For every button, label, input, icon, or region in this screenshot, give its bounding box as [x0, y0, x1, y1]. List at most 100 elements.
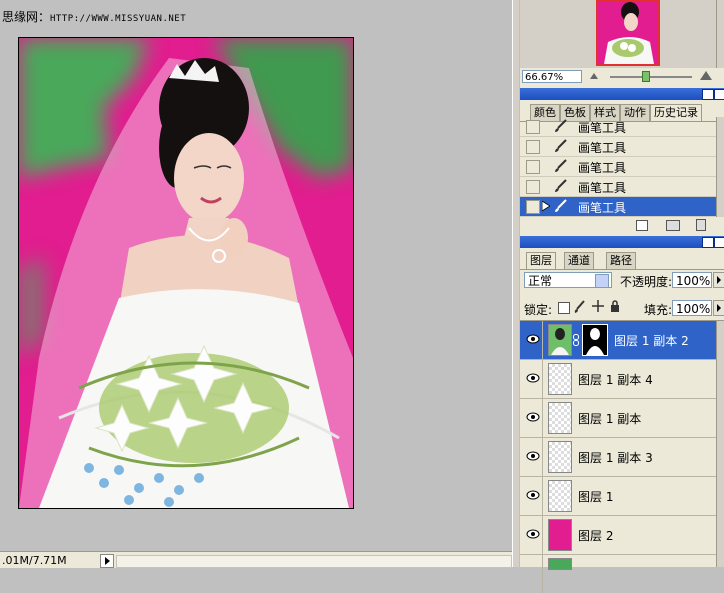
layer-row-divider — [542, 477, 543, 515]
layer-name: 图层 1 副本 4 — [578, 373, 653, 387]
layer-row[interactable] — [520, 555, 716, 593]
opacity-label: 不透明度: — [620, 275, 673, 289]
fill-slider-arrow[interactable] — [713, 300, 724, 316]
navigator-thumbnail — [604, 2, 654, 64]
lock-transparency-icon[interactable] — [558, 302, 570, 314]
layer-name: 图层 1 — [578, 490, 614, 504]
zoom-in-icon[interactable] — [700, 71, 712, 80]
minimize-icon[interactable] — [702, 89, 714, 100]
layer-thumbnail — [548, 402, 572, 434]
layers-panel-titlebar — [520, 236, 724, 248]
document-size: .01M/7.71M — [2, 554, 67, 567]
layer-thumbnail — [548, 441, 572, 473]
layer-thumbnail — [548, 324, 572, 356]
close-icon[interactable] — [714, 89, 724, 100]
layer-thumbnail — [548, 519, 572, 551]
eye-icon[interactable] — [526, 489, 540, 501]
new-document-from-state-icon[interactable] — [636, 220, 648, 231]
tab-paths[interactable]: 路径 — [606, 252, 636, 269]
history-item[interactable]: 画笔工具 — [520, 137, 716, 157]
history-item[interactable]: 画笔工具 — [520, 177, 716, 197]
eye-icon[interactable] — [526, 528, 540, 540]
layer-row-selected[interactable]: 图层 1 副本 2 — [520, 321, 716, 360]
trash-icon[interactable] — [696, 219, 706, 231]
layer-row[interactable]: 图层 1 — [520, 477, 716, 516]
layer-row-divider — [542, 516, 543, 554]
layer-thumbnail — [548, 480, 572, 512]
brush-icon — [555, 179, 567, 192]
layer-mask-thumbnail[interactable] — [582, 324, 608, 356]
history-state-marker-icon — [542, 201, 550, 211]
chain-link-icon[interactable] — [573, 334, 579, 346]
horizontal-scrollbar[interactable] — [116, 555, 512, 568]
navigator-scrollbar[interactable] — [716, 0, 724, 68]
blend-mode-value: 正常 — [528, 274, 553, 288]
layers-scrollbar[interactable] — [716, 321, 724, 567]
fill-input[interactable]: 100% — [672, 300, 712, 316]
eye-icon[interactable] — [526, 372, 540, 384]
history-snapshot-checkbox[interactable] — [526, 140, 540, 154]
layer-name: 图层 1 副本 3 — [578, 451, 653, 465]
zoom-slider-handle[interactable] — [642, 71, 650, 82]
history-list: 画笔工具 画笔工具 画笔工具 画笔工具 画笔工具 — [520, 117, 724, 217]
document-canvas[interactable] — [18, 37, 354, 509]
lock-label: 锁定: — [524, 303, 553, 317]
layer-thumbnail — [548, 363, 572, 395]
history-snapshot-checkbox[interactable] — [526, 200, 540, 214]
brush-icon — [555, 199, 567, 212]
chevron-down-icon[interactable] — [595, 274, 609, 288]
brush-icon — [555, 119, 567, 132]
layer-row[interactable]: 图层 1 副本 3 — [520, 438, 716, 477]
eye-icon[interactable] — [526, 333, 540, 345]
status-menu-arrow[interactable] — [100, 554, 114, 568]
tab-layers[interactable]: 图层 — [526, 252, 556, 269]
opacity-input[interactable]: 100% — [672, 272, 712, 288]
navigator-panel: 66.67% — [520, 0, 724, 86]
eye-icon[interactable] — [526, 411, 540, 423]
zoom-out-icon[interactable] — [590, 73, 598, 79]
history-item-selected[interactable]: 画笔工具 — [520, 197, 716, 217]
status-bar: .01M/7.71M — [0, 551, 512, 568]
eye-icon[interactable] — [526, 450, 540, 462]
layer-row-divider — [542, 399, 543, 437]
history-snapshot-checkbox[interactable] — [526, 180, 540, 194]
tab-channels[interactable]: 通道 — [564, 252, 594, 269]
history-panel-titlebar — [520, 88, 724, 100]
layer-row[interactable]: 图层 1 副本 — [520, 399, 716, 438]
lock-all-icon[interactable] — [610, 300, 620, 312]
brush-icon — [555, 159, 567, 172]
history-item[interactable]: 画笔工具 — [520, 117, 716, 137]
layer-name: 图层 1 副本 — [578, 412, 642, 426]
layer-row-divider — [542, 321, 543, 359]
opacity-slider-arrow[interactable] — [713, 272, 724, 288]
layers-panel: 图层 通道 路径 正常 不透明度: 100% 锁定: 填充: 100% 图层 1… — [520, 236, 724, 593]
minimize-icon[interactable] — [702, 237, 714, 248]
blend-mode-select[interactable]: 正常 — [524, 272, 612, 288]
history-item-label: 画笔工具 — [578, 161, 627, 175]
history-scrollbar[interactable] — [716, 117, 724, 217]
snapshot-camera-icon[interactable] — [666, 220, 680, 231]
navigator-preview-area — [520, 0, 724, 68]
close-icon[interactable] — [714, 237, 724, 248]
history-item-label: 画笔工具 — [578, 181, 627, 195]
history-snapshot-checkbox[interactable] — [526, 160, 540, 174]
canvas-vertical-scrollbar[interactable] — [513, 0, 519, 567]
layer-row[interactable]: 图层 2 — [520, 516, 716, 555]
history-item-label: 画笔工具 — [578, 121, 627, 135]
navigator-view-box[interactable] — [596, 0, 660, 66]
history-item[interactable]: 画笔工具 — [520, 157, 716, 177]
fill-label: 填充: — [644, 303, 673, 317]
brush-icon — [555, 139, 567, 152]
watermark-site-name: 思缘网： — [2, 10, 51, 24]
lock-move-icon[interactable] — [592, 300, 604, 312]
layer-row[interactable]: 图层 1 副本 4 — [520, 360, 716, 399]
zoom-slider-track[interactable] — [610, 76, 692, 78]
watermark-url: HTTP://WWW.MISSYUAN.NET — [50, 14, 187, 24]
bride-photo — [19, 38, 353, 508]
lock-paint-brush-icon[interactable] — [574, 300, 586, 314]
layer-thumbnail — [548, 558, 572, 570]
layer-name: 图层 2 — [578, 529, 614, 543]
history-snapshot-checkbox[interactable] — [526, 120, 540, 134]
layers-list: 图层 1 副本 2 图层 1 副本 4 图层 1 副本 图层 1 副本 3 图层… — [520, 320, 724, 593]
zoom-input[interactable]: 66.67% — [522, 70, 582, 83]
